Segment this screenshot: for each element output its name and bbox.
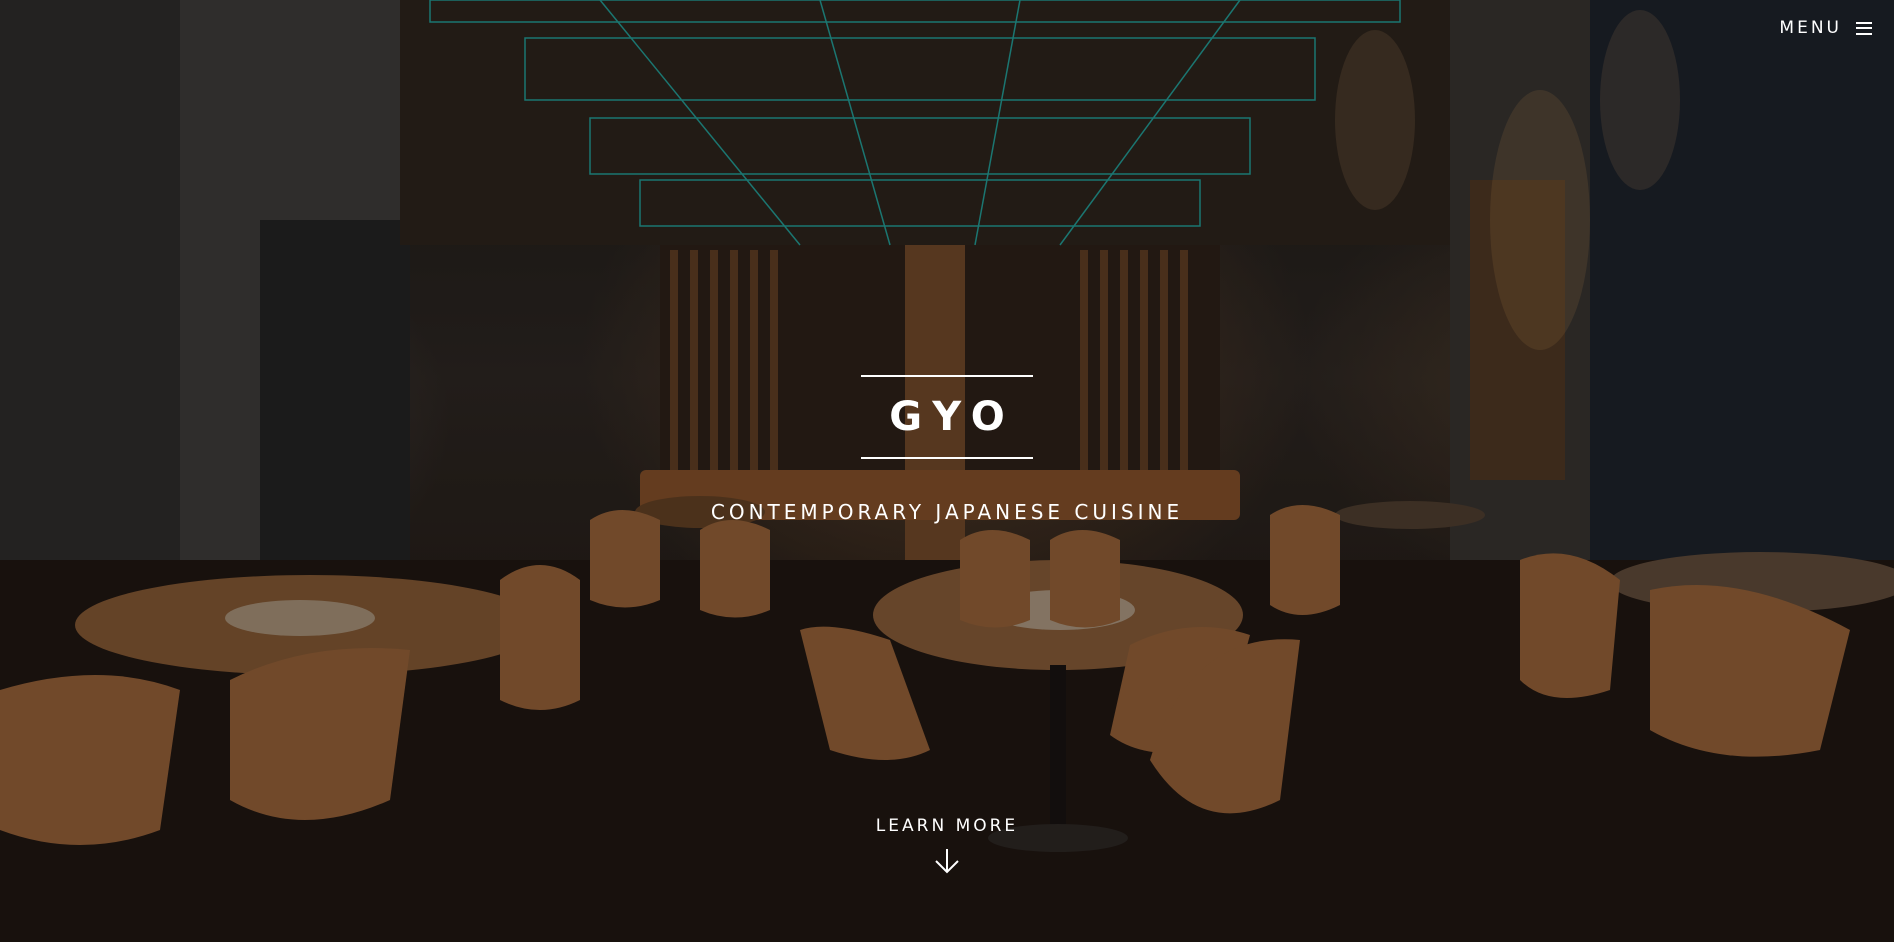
hamburger-icon — [1856, 21, 1872, 35]
learn-more-button[interactable]: LEARN MORE — [0, 816, 1894, 876]
menu-label: MENU — [1779, 18, 1842, 38]
restaurant-background-image — [0, 0, 1894, 942]
brand-block: GYO — [0, 375, 1894, 459]
tagline: CONTEMPORARY JAPANESE CUISINE — [710, 500, 1184, 524]
menu-button[interactable]: MENU — [1779, 18, 1872, 38]
hero-section: MENU GYO CONTEMPORARY JAPANESE CUISINE L… — [0, 0, 1894, 942]
brand-title: GYO — [889, 394, 1016, 440]
learn-more-label: LEARN MORE — [875, 816, 1019, 836]
brand-rule-bottom — [861, 457, 1033, 459]
arrow-down-icon[interactable] — [932, 846, 962, 876]
